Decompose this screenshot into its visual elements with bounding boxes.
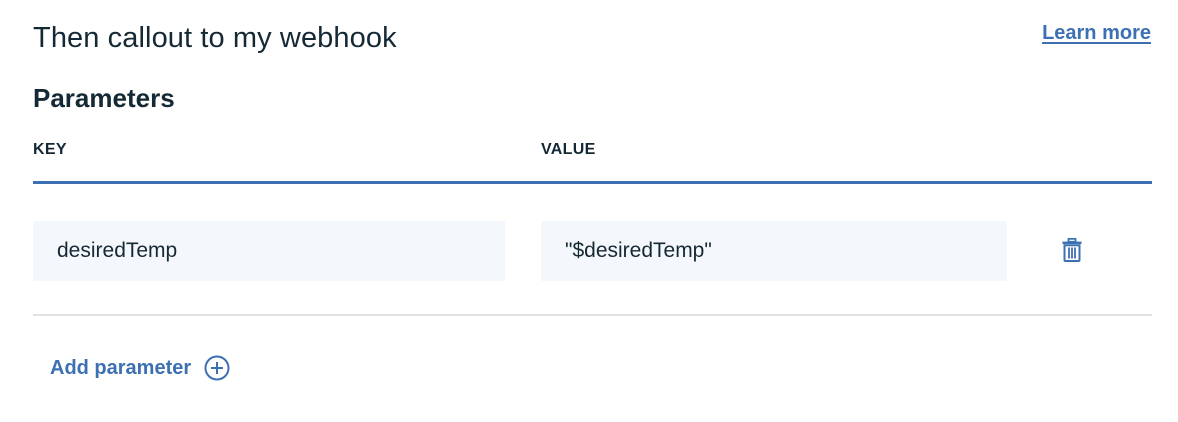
webhook-callout-panel: Then callout to my webhook Learn more Pa… xyxy=(0,0,1178,422)
parameter-value-input[interactable] xyxy=(541,221,1007,281)
parameter-key-input[interactable] xyxy=(33,221,505,281)
add-parameter-label: Add parameter xyxy=(50,356,192,379)
learn-more-link[interactable]: Learn more xyxy=(1042,22,1151,45)
row-divider xyxy=(33,314,1152,316)
value-column-header: VALUE xyxy=(541,141,596,158)
delete-parameter-button[interactable] xyxy=(1057,234,1087,266)
header-divider xyxy=(33,181,1152,184)
parameters-heading: Parameters xyxy=(33,83,175,113)
plus-circle-icon xyxy=(204,355,230,381)
callout-heading: Then callout to my webhook xyxy=(33,22,397,54)
add-parameter-button[interactable]: Add parameter xyxy=(50,355,230,381)
key-column-header: KEY xyxy=(33,141,67,158)
trash-icon xyxy=(1062,238,1082,262)
